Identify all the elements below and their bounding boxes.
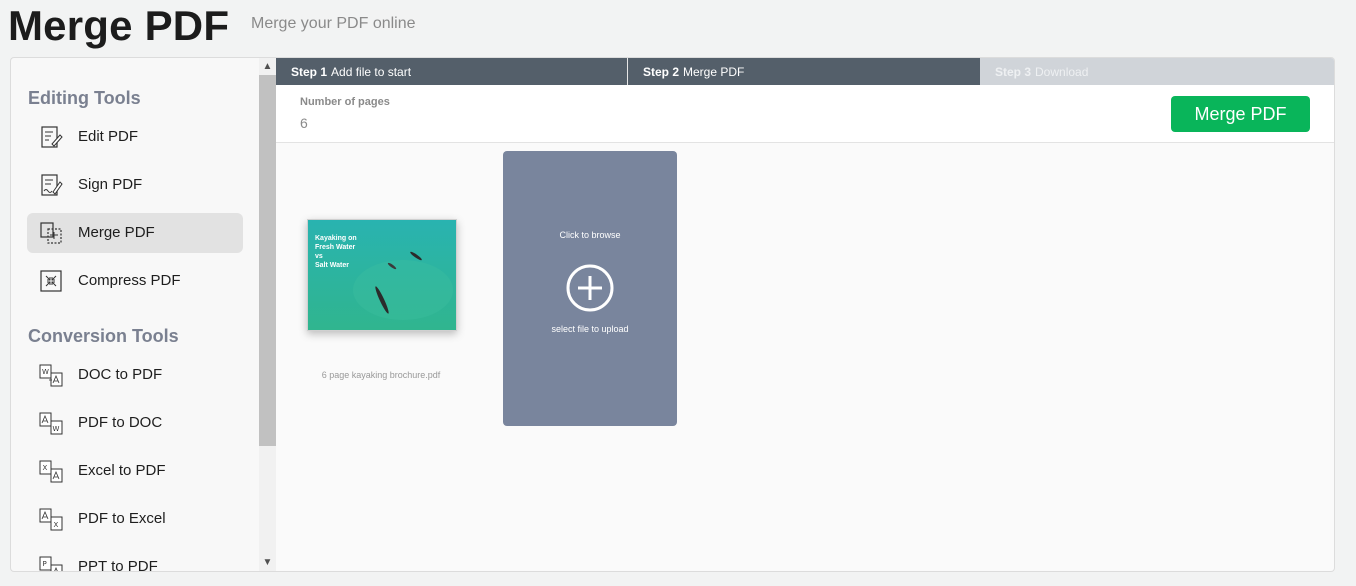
svg-text:W: W [42, 368, 49, 376]
sidebar-item-label: PDF to DOC [78, 414, 163, 431]
page-title: Merge PDF [8, 2, 230, 49]
sidebar-item-label: Compress PDF [78, 272, 181, 289]
sidebar-item-label: Sign PDF [78, 176, 143, 193]
page-count-label: Number of pages [300, 96, 390, 108]
step-number: Step 2 [643, 64, 680, 79]
step-1: Step 1 Add file to start [276, 58, 628, 85]
editing-tools-heading: Editing Tools [28, 88, 141, 108]
step-3: Step 3 Download [980, 58, 1334, 85]
sidebar-item-edit-pdf[interactable]: Edit PDF [27, 117, 243, 157]
edit-pdf-icon [39, 125, 63, 149]
sidebar-item-pdf-to-excel[interactable]: X PDF to Excel [27, 499, 243, 539]
file-name: 6 page kayaking brochure.pdf [321, 370, 441, 380]
sidebar-item-merge-pdf[interactable]: Merge PDF [27, 213, 243, 253]
scroll-down-arrow-icon[interactable]: ▼ [259, 554, 276, 571]
upload-hint-text: select file to upload [551, 324, 629, 334]
sidebar: Editing Tools Edit PDF Sign PDF Merge PD… [10, 57, 276, 572]
sidebar-item-pdf-to-doc[interactable]: W PDF to DOC [27, 403, 243, 443]
sidebar-item-label: Excel to PDF [78, 462, 166, 479]
upload-drop-zone[interactable]: Click to browse select file to upload [503, 151, 677, 426]
sidebar-item-label: DOC to PDF [78, 366, 163, 383]
scrollbar-thumb[interactable] [259, 75, 276, 446]
upload-browse-text: Click to browse [559, 230, 621, 240]
file-thumbnail[interactable]: Kayaking on Fresh Water vs Salt Water [307, 219, 457, 331]
page-header: Merge PDF Merge your PDF online [0, 0, 1356, 56]
pdf-to-doc-icon: W [39, 411, 63, 435]
sidebar-item-label: Merge PDF [78, 224, 155, 241]
step-label: Add file to start [331, 64, 412, 79]
sidebar-item-label: PDF to Excel [78, 510, 166, 527]
page-subtitle: Merge your PDF online [251, 15, 416, 32]
thumbnail-caption: Kayaking on Fresh Water vs Salt Water [315, 235, 357, 269]
sidebar-scrollbar[interactable]: ▲ ▼ [259, 58, 276, 571]
sidebar-content: Editing Tools Edit PDF Sign PDF Merge PD… [11, 58, 259, 571]
sidebar-item-excel-to-pdf[interactable]: X Excel to PDF [27, 451, 243, 491]
compress-pdf-icon [39, 269, 63, 293]
excel-to-pdf-icon: X [39, 459, 63, 483]
sidebar-item-doc-to-pdf[interactable]: W DOC to PDF [27, 355, 243, 395]
svg-text:X: X [54, 521, 59, 529]
step-number: Step 3 [995, 64, 1032, 79]
merge-pdf-icon [39, 221, 63, 245]
ppt-to-pdf-icon: P [39, 555, 63, 571]
step-label: Download [1035, 64, 1089, 79]
sidebar-item-sign-pdf[interactable]: Sign PDF [27, 165, 243, 205]
conversion-tools-heading: Conversion Tools [28, 326, 179, 346]
scroll-up-arrow-icon[interactable]: ▲ [259, 58, 276, 75]
step-2: Step 2 Merge PDF [628, 58, 980, 85]
merge-toolbar: Number of pages 6 Merge PDF [276, 85, 1334, 143]
sidebar-item-label: PPT to PDF [78, 558, 158, 572]
sidebar-item-ppt-to-pdf[interactable]: P PPT to PDF [27, 547, 243, 572]
add-file-plus-icon[interactable] [566, 264, 614, 312]
svg-text:P: P [43, 560, 47, 568]
merge-pdf-button[interactable]: Merge PDF [1171, 96, 1310, 132]
step-label: Merge PDF [683, 64, 745, 79]
doc-to-pdf-icon: W [39, 363, 63, 387]
svg-text:W: W [53, 425, 60, 433]
step-progress-bar: Step 1 Add file to start Step 2 Merge PD… [276, 58, 1334, 85]
sign-pdf-icon [39, 173, 63, 197]
page-count-value: 6 [300, 115, 308, 131]
sidebar-item-label: Edit PDF [78, 128, 139, 145]
pdf-to-excel-icon: X [39, 507, 63, 531]
sidebar-item-compress-pdf[interactable]: Compress PDF [27, 261, 243, 301]
svg-text:X: X [43, 464, 48, 472]
step-number: Step 1 [291, 64, 328, 79]
main-panel: Step 1 Add file to start Step 2 Merge PD… [276, 57, 1335, 572]
